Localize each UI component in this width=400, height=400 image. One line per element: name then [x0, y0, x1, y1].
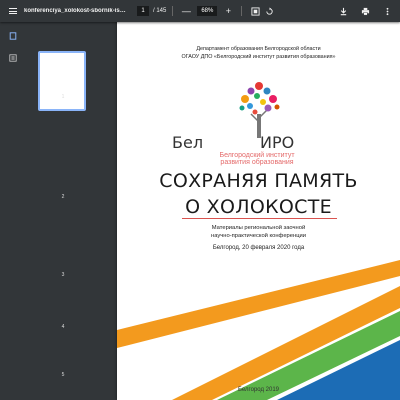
download-icon[interactable]: [336, 4, 350, 18]
thumbnails-view-icon[interactable]: [8, 31, 18, 41]
thumbnail-sidebar: 1 2 3 4 5: [0, 22, 120, 400]
outline-view-icon[interactable]: [8, 53, 18, 63]
zoom-in-button[interactable]: +: [221, 4, 235, 18]
toolbar-divider: [172, 6, 174, 16]
publication-year: Белгород 2019: [237, 387, 280, 393]
page-total: / 145: [153, 8, 167, 14]
more-vert-icon[interactable]: [380, 4, 394, 18]
document-title: konferenciya_xolokost-sbornik-ispr-25.0.…: [24, 8, 129, 14]
decorative-stripes: [117, 260, 400, 400]
page-thumbnail-1[interactable]: [38, 51, 86, 111]
thumbnail-number: 4: [61, 324, 65, 330]
pdf-toolbar: konferenciya_xolokost-sbornik-ispr-25.0.…: [0, 0, 400, 22]
rotate-icon[interactable]: [262, 4, 276, 18]
thumbnail-number: 3: [61, 272, 65, 278]
thumbnail-number: 2: [61, 194, 65, 200]
menu-icon[interactable]: [4, 0, 22, 22]
fit-page-icon[interactable]: [248, 4, 262, 18]
zoom-out-button[interactable]: —: [179, 4, 193, 18]
pdf-page: Департамент образования Белгородской обл…: [117, 18, 400, 400]
toolbar-divider: [241, 6, 243, 16]
print-icon[interactable]: [358, 4, 372, 18]
thumbnail-number: 5: [61, 372, 65, 378]
thumbnail-number: 1: [61, 94, 65, 100]
zoom-input[interactable]: 68%: [197, 6, 218, 16]
page-number-input[interactable]: 1: [137, 6, 149, 16]
